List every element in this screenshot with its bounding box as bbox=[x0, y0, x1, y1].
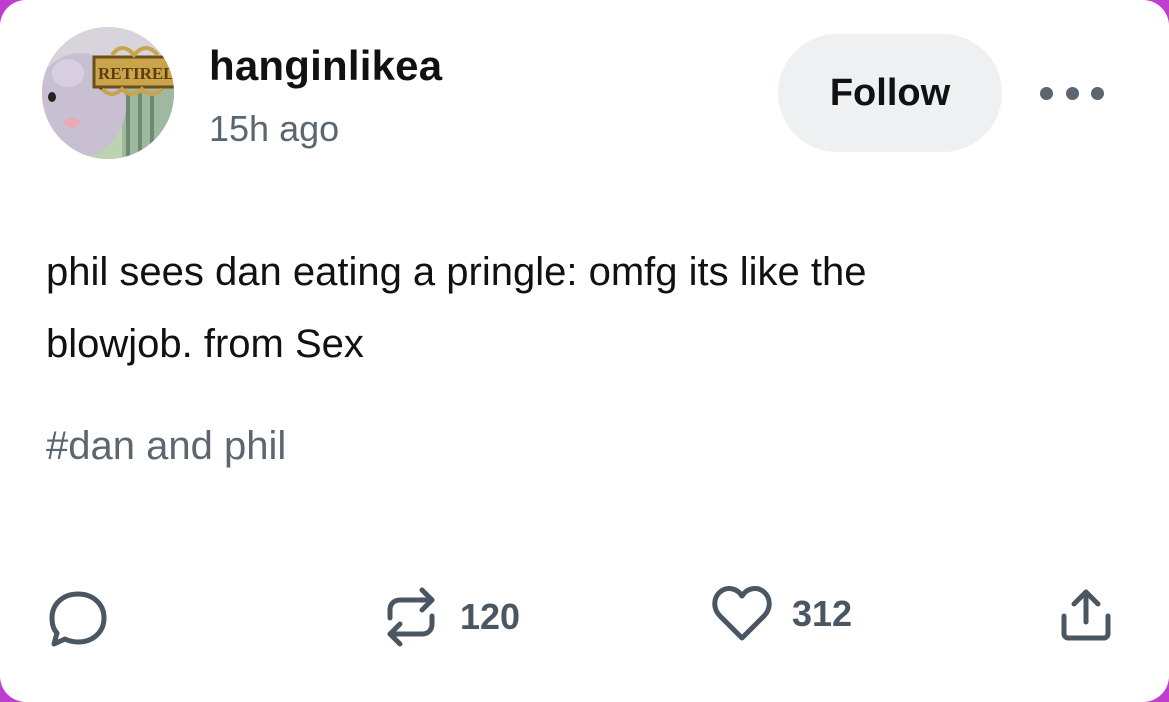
comment-icon bbox=[49, 591, 107, 647]
svg-text:RETIREL: RETIREL bbox=[98, 64, 174, 83]
post-timestamp[interactable]: 15h ago bbox=[209, 106, 339, 152]
share-button[interactable] bbox=[1056, 584, 1116, 644]
reblog-button[interactable]: 120 bbox=[380, 582, 520, 652]
post-body-line: blowjob. from Sex bbox=[46, 322, 364, 366]
post-tag[interactable]: #dan and phil bbox=[46, 418, 286, 474]
share-icon bbox=[1061, 589, 1111, 641]
avatar-image: RETIREL bbox=[42, 27, 174, 159]
like-count: 312 bbox=[792, 593, 853, 634]
post-card: RETIREL hanginlikea 15h ago Follow phil … bbox=[0, 0, 1169, 702]
follow-button[interactable]: Follow bbox=[778, 34, 1002, 152]
ellipsis-icon bbox=[1091, 86, 1104, 100]
ellipsis-icon bbox=[1040, 86, 1053, 100]
avatar[interactable]: RETIREL bbox=[42, 27, 174, 159]
reblog-icon bbox=[387, 587, 435, 647]
ellipsis-icon bbox=[1065, 86, 1079, 100]
reblog-count: 120 bbox=[460, 596, 521, 637]
comment-button[interactable] bbox=[46, 588, 110, 652]
more-options-button[interactable] bbox=[1040, 78, 1104, 108]
heart-icon bbox=[712, 586, 772, 641]
username[interactable]: hanginlikea bbox=[209, 40, 442, 92]
like-button[interactable]: 312 bbox=[710, 584, 852, 644]
post-body: phil sees dan eating a pringle: omfg its… bbox=[46, 236, 1126, 380]
post-body-line: phil sees dan eating a pringle: omfg its… bbox=[46, 250, 867, 294]
